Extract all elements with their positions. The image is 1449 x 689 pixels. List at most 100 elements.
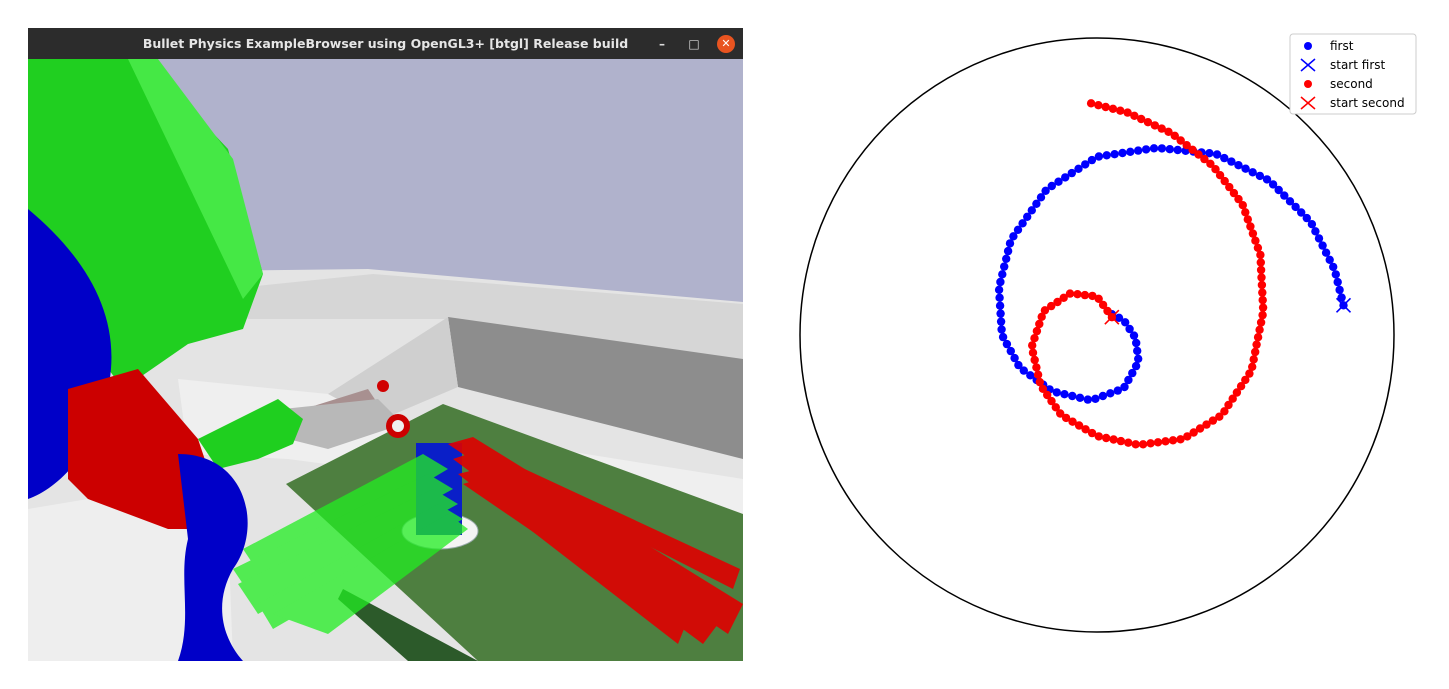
second-point <box>1256 318 1266 327</box>
plot-boundary-circle <box>799 37 1395 633</box>
second-point <box>1256 265 1266 275</box>
first-point <box>1110 150 1119 159</box>
first-point <box>1134 354 1143 363</box>
second-point <box>1094 432 1103 441</box>
second-point <box>1258 310 1267 320</box>
first-point <box>1005 239 1015 248</box>
first-point <box>995 301 1005 310</box>
second-point <box>1030 355 1039 365</box>
first-point <box>1133 346 1142 356</box>
second-point <box>1028 348 1038 357</box>
simulation-window: Bullet Physics ExampleBrowser using Open… <box>28 28 743 661</box>
first-point <box>1131 361 1141 371</box>
second-point <box>1030 334 1039 343</box>
first-point <box>1165 145 1174 154</box>
first-point <box>1118 148 1127 158</box>
second-point <box>1108 104 1118 114</box>
window-controls: – □ ✕ <box>653 28 735 59</box>
second-point <box>1255 325 1264 334</box>
second-point <box>1257 273 1266 282</box>
first-point <box>995 293 1004 302</box>
second-point <box>1131 440 1140 449</box>
first-point <box>1333 277 1342 287</box>
second-point <box>1146 439 1155 448</box>
close-button[interactable]: ✕ <box>717 34 735 53</box>
first-point <box>1075 393 1085 402</box>
first-point <box>1106 389 1115 398</box>
first-point <box>1003 246 1013 256</box>
first-point <box>1331 270 1340 279</box>
first-point <box>1335 285 1344 295</box>
second-point <box>1248 362 1257 371</box>
second-point <box>1094 101 1103 110</box>
second-point <box>1123 108 1132 117</box>
second-point <box>1251 347 1260 357</box>
first-point <box>1060 390 1069 399</box>
legend: first start first second start second <box>1289 33 1417 115</box>
second-point <box>1258 288 1267 297</box>
first-point <box>1091 394 1100 403</box>
legend-second-marker <box>1304 80 1312 88</box>
first-point <box>994 285 1004 294</box>
first-point <box>1141 145 1151 154</box>
first-point <box>1255 171 1265 181</box>
second-point <box>1033 370 1043 379</box>
second-point <box>1037 312 1046 321</box>
second-point <box>1073 290 1082 299</box>
first-point <box>1098 391 1108 401</box>
legend-second-label: second <box>1330 77 1373 91</box>
legend-first-marker <box>1304 42 1312 50</box>
first-point <box>1212 150 1222 159</box>
second-point <box>1032 363 1041 372</box>
second-point <box>1138 440 1148 449</box>
first-point <box>1248 168 1257 177</box>
3d-viewport[interactable] <box>28 59 743 661</box>
second-point <box>1256 258 1265 267</box>
second-point <box>1161 437 1170 446</box>
first-point <box>1325 255 1334 264</box>
first-point <box>1234 161 1243 170</box>
series-layer <box>994 99 1352 449</box>
second-point <box>1249 355 1258 364</box>
first-point <box>1002 254 1011 263</box>
first-point <box>997 325 1006 334</box>
first-point <box>1220 153 1229 163</box>
second-point <box>1028 341 1037 350</box>
first-point <box>998 270 1007 279</box>
second-point <box>1168 436 1178 445</box>
first-point <box>1149 144 1159 153</box>
second-point <box>1153 438 1163 447</box>
minimize-button[interactable]: – <box>653 35 671 53</box>
maximize-button[interactable]: □ <box>685 35 703 53</box>
second-point <box>1102 433 1111 443</box>
legend-first-label: first <box>1330 39 1354 53</box>
second-point <box>1080 290 1090 300</box>
first-point <box>1102 151 1111 160</box>
trajectory-plot: first start first second start second <box>799 33 1417 633</box>
first-point <box>1000 262 1009 271</box>
first-point <box>996 309 1005 318</box>
second-point <box>1101 102 1110 112</box>
first-point <box>1314 234 1324 243</box>
first-point <box>1126 147 1135 156</box>
second-point <box>1116 106 1125 115</box>
second-point <box>1258 303 1268 312</box>
first-point <box>1157 144 1167 153</box>
first-point <box>996 277 1005 287</box>
second-point <box>1088 291 1097 301</box>
window-title: Bullet Physics ExampleBrowser using Open… <box>142 36 629 51</box>
legend-start-first-label: start first <box>1330 58 1386 72</box>
second-point <box>1116 436 1126 446</box>
first-point <box>1068 391 1077 401</box>
first-point <box>1052 388 1061 397</box>
gripper-joint-inner <box>392 420 404 432</box>
second-point <box>1252 340 1261 349</box>
gripper-target <box>377 380 389 392</box>
second-point <box>1124 438 1133 447</box>
first-point <box>1173 145 1182 155</box>
window-titlebar[interactable]: Bullet Physics ExampleBrowser using Open… <box>28 28 743 59</box>
second-point <box>1257 280 1267 290</box>
second-point <box>1086 99 1096 108</box>
legend-start-second-label: start second <box>1330 96 1405 110</box>
first-point <box>996 317 1006 326</box>
